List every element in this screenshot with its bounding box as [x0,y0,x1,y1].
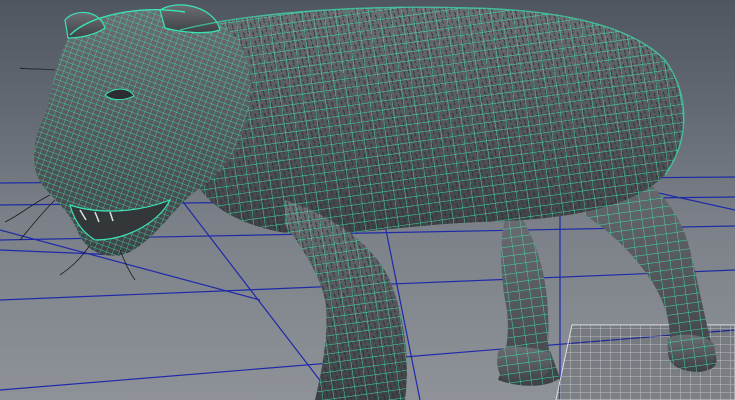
3d-viewport[interactable] [0,0,735,400]
viewport-scene [0,4,735,400]
ear-right [159,4,221,34]
